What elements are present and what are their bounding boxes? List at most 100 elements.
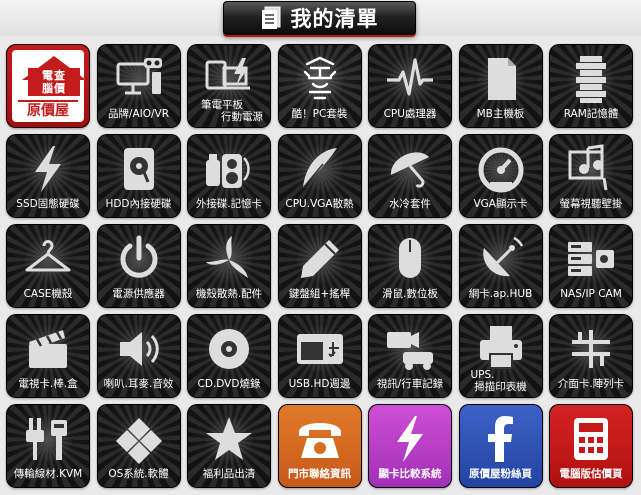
- tile-label: 顯卡比較系統: [378, 468, 442, 480]
- tile-label: 傳輸線材.KVM: [13, 468, 83, 480]
- tile-label: OS系統.軟體: [108, 468, 169, 480]
- tile-home[interactable]: 電查 腦價 原價屋: [6, 44, 90, 128]
- tile-brand-aio-vr[interactable]: 品牌/AIO/VR: [96, 44, 181, 128]
- tile-label: 原價屋粉絲頁: [469, 468, 532, 480]
- tile-stores-contact[interactable]: 門市聯絡資訊: [277, 404, 362, 488]
- power-icon: [114, 234, 164, 284]
- calculator-icon: [566, 414, 616, 464]
- tile-cable-kvm[interactable]: 傳輸線材.KVM: [6, 404, 90, 488]
- tile-label: 福利品出清: [202, 468, 256, 480]
- tile-label: 水冷套件: [389, 198, 431, 210]
- tile-speaker[interactable]: 喇叭.耳麥.音效: [96, 314, 181, 398]
- tile-label: UPS. 掃描印表機: [459, 369, 543, 393]
- tile-pc-quote[interactable]: 電腦版估價頁: [549, 404, 633, 488]
- tile-water-cooling[interactable]: 水冷套件: [368, 134, 452, 218]
- tile-label: HDD內接硬碟: [105, 198, 172, 210]
- speaker-icon: [114, 324, 164, 374]
- lightning-icon: [385, 414, 435, 464]
- tile-vga[interactable]: VGA顯示卡: [458, 134, 543, 218]
- tile-label: NAS/IP CAM: [560, 288, 622, 300]
- home-brand-top: 電查: [42, 69, 66, 82]
- pro-pc-logo-icon: [295, 54, 345, 104]
- tile-keyboard[interactable]: 鍵盤組+搖桿: [277, 224, 362, 308]
- tile-cpu[interactable]: CPU處理器: [368, 44, 452, 128]
- printer-icon: [476, 324, 526, 374]
- tile-label: 筆電平板 行動電源: [187, 99, 271, 123]
- tile-cd-dvd[interactable]: CD.DVD燒錄: [187, 314, 271, 398]
- tile-notebook-tablet[interactable]: 筆電平板 行動電源: [187, 44, 271, 128]
- tile-network[interactable]: 網卡.ap.HUB: [458, 224, 543, 308]
- fan-blade-icon: [204, 234, 254, 284]
- tile-monitor[interactable]: 螢幕視聽壁掛: [549, 134, 633, 218]
- tile-label: 品牌/AIO/VR: [107, 108, 170, 120]
- usb-window-icon: [295, 324, 345, 374]
- telephone-icon: [295, 414, 345, 464]
- tile-dashcam[interactable]: 視訊/行車記錄: [368, 314, 452, 398]
- tile-label: 視訊/行車記錄: [376, 378, 444, 390]
- tile-label: 電腦版估價頁: [559, 468, 623, 480]
- tile-pro-pc-bundle[interactable]: 酷！PC套裝: [277, 44, 362, 128]
- home-title: 原價屋: [18, 100, 78, 119]
- tile-os-software[interactable]: OS系統.軟體: [96, 404, 181, 488]
- disc-icon: [204, 324, 254, 374]
- tile-label: RAM記憶體: [563, 108, 619, 120]
- menu-header[interactable]: 我的清單: [223, 1, 416, 35]
- clapperboard-icon: [23, 324, 73, 374]
- tile-label: CPU處理器: [383, 108, 437, 120]
- tile-label: 介面卡.陣列卡: [557, 378, 625, 390]
- camera-car-icon: [385, 324, 435, 374]
- satellite-dish-icon: [476, 234, 526, 284]
- tile-hdd[interactable]: HDD內接硬碟: [96, 134, 181, 218]
- mouse-icon: [385, 234, 435, 284]
- nas-camera-icon: [566, 234, 616, 284]
- tile-clearance[interactable]: 福利品出清: [187, 404, 271, 488]
- tile-cpu-vga-cooling[interactable]: CPU.VGA散熱: [277, 134, 362, 218]
- tile-facebook-fans[interactable]: 原價屋粉絲頁: [458, 404, 543, 488]
- tile-label: 網卡.ap.HUB: [468, 288, 533, 300]
- tile-graphics-compare[interactable]: 顯卡比較系統: [368, 404, 452, 488]
- star-icon: [204, 414, 254, 464]
- facebook-icon: [476, 414, 526, 464]
- hard-disk-icon: [114, 144, 164, 194]
- tile-label: CD.DVD燒錄: [197, 378, 261, 390]
- tile-label: 機殼散熱.配件: [195, 288, 263, 300]
- tile-label: CASE機殼: [23, 288, 73, 300]
- tile-label: SSD固態硬碟: [16, 198, 80, 210]
- hanger-icon: [23, 234, 73, 284]
- tile-label: CPU.VGA散熱: [285, 198, 354, 210]
- home-brand-bottom: 腦價: [42, 82, 66, 95]
- tile-label: 喇叭.耳麥.音效: [103, 378, 174, 390]
- tile-nas-ip-cam[interactable]: NAS/IP CAM: [549, 224, 633, 308]
- tile-usb-hd-box[interactable]: USB.HD週邊: [277, 314, 362, 398]
- tile-label: USB.HD週邊: [288, 378, 351, 390]
- tile-label: 門市聯絡資訊: [288, 468, 351, 480]
- home-brand: 電查 腦價: [28, 68, 80, 96]
- tile-label: 螢幕視聽壁掛: [559, 198, 623, 210]
- tile-power-supply[interactable]: 電源供應器: [96, 224, 181, 308]
- desktop-vr-icon: [114, 54, 164, 104]
- board-document-icon: [476, 54, 526, 104]
- laptop-tablet-icon: [204, 54, 254, 104]
- tile-case-fan[interactable]: 機殼散熱.配件: [187, 224, 271, 308]
- usb-speaker-icon: [204, 144, 254, 194]
- tile-ssd[interactable]: SSD固態硬碟: [6, 134, 90, 218]
- tile-label: 滑鼠.數位板: [382, 288, 438, 300]
- tile-interface-card[interactable]: 介面卡.陣列卡: [549, 314, 633, 398]
- tile-tv-card[interactable]: 電視卡.棒.盒: [6, 314, 90, 398]
- tile-mouse[interactable]: 滑鼠.數位板: [368, 224, 452, 308]
- tile-label-line1: UPS.: [470, 369, 495, 381]
- gauge-icon: [476, 144, 526, 194]
- feather-icon: [295, 144, 345, 194]
- tile-label-line1: 筆電平板: [201, 99, 243, 111]
- tile-external-storage[interactable]: 外接碟.記憶卡: [187, 134, 271, 218]
- lightning-icon: [23, 144, 73, 194]
- cpu-pulse-icon: [385, 54, 435, 104]
- tile-ups-scanner[interactable]: UPS. 掃描印表機: [458, 314, 543, 398]
- ram-stack-icon: [566, 54, 616, 104]
- tile-ram[interactable]: RAM記憶體: [549, 44, 633, 128]
- tile-motherboard[interactable]: MB主機板: [458, 44, 543, 128]
- tile-label-line2: 行動電源: [221, 111, 263, 123]
- tile-label-line2: 掃描印表機: [474, 381, 527, 393]
- tile-label: MB主機板: [476, 108, 525, 120]
- tile-case[interactable]: CASE機殼: [6, 224, 90, 308]
